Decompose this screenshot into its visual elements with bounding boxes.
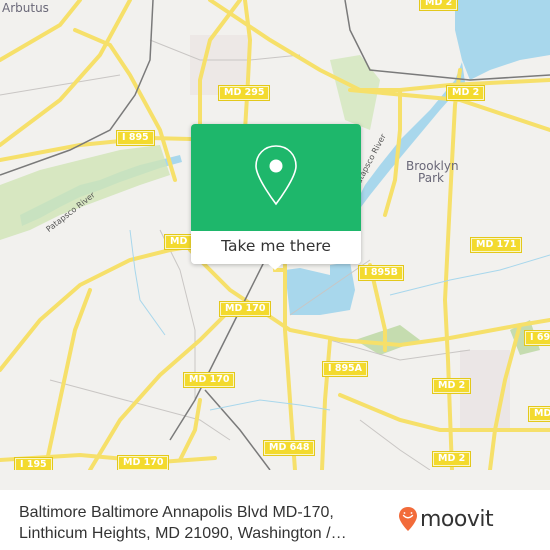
footer: Baltimore Baltimore Annapolis Blvd MD-17… [0, 490, 550, 550]
moovit-logo[interactable]: moovit [398, 506, 494, 532]
address-line-2: Linthicum Heights, MD 21090, Washington … [19, 525, 347, 542]
address-line-1: Baltimore Baltimore Annapolis Blvd MD-17… [19, 504, 334, 521]
highway [338, 393, 550, 432]
park-area [355, 325, 420, 355]
popup-tail [266, 262, 284, 270]
stream [389, 254, 550, 296]
route-shield: MD 170 [116, 455, 170, 470]
route-shield: MD 2 [418, 0, 459, 11]
route-shield: MD 170 [182, 372, 236, 388]
park-area [0, 145, 170, 240]
route-shield: I 195 [14, 457, 53, 470]
stream [129, 229, 166, 336]
address: Baltimore Baltimore Annapolis Blvd MD-17… [19, 502, 359, 544]
route-shield: I 69 [523, 330, 550, 346]
popup-header [191, 124, 361, 231]
take-me-there-button[interactable]: Take me there [191, 231, 361, 264]
destination-popup: Take me there [191, 124, 361, 270]
minor-road [49, 379, 231, 441]
highway [443, 68, 462, 302]
minor-road [359, 419, 431, 470]
route-shield: MD 170 [218, 301, 272, 317]
route-shield: MD 648 [262, 440, 316, 456]
route-shield: MD 2 [431, 451, 472, 467]
route-shield: MD 2 [445, 85, 486, 101]
highway [320, 338, 332, 470]
route-shield: MD 295 [217, 85, 271, 101]
route-shield: I 895A [321, 361, 369, 377]
stream [209, 399, 331, 411]
route-shield: MD 171 [469, 237, 523, 253]
route-shield: MD 7 [527, 406, 550, 422]
place-label-brooklyn-park: Brooklyn Park [406, 159, 459, 185]
route-shield: MD 2 [431, 378, 472, 394]
highway [88, 308, 232, 470]
moovit-pin-icon [399, 507, 417, 531]
route-shield: I 895B [358, 265, 404, 281]
minor-road [0, 74, 121, 96]
water-bay [455, 0, 550, 80]
route-shield: I 895 [116, 130, 155, 146]
water-basin [285, 262, 355, 315]
place-label-arbutus: Arbutus [2, 1, 49, 15]
route-shield: MD [163, 234, 194, 250]
moovit-wordmark: moovit [420, 506, 494, 532]
map-pin-icon [255, 145, 297, 206]
